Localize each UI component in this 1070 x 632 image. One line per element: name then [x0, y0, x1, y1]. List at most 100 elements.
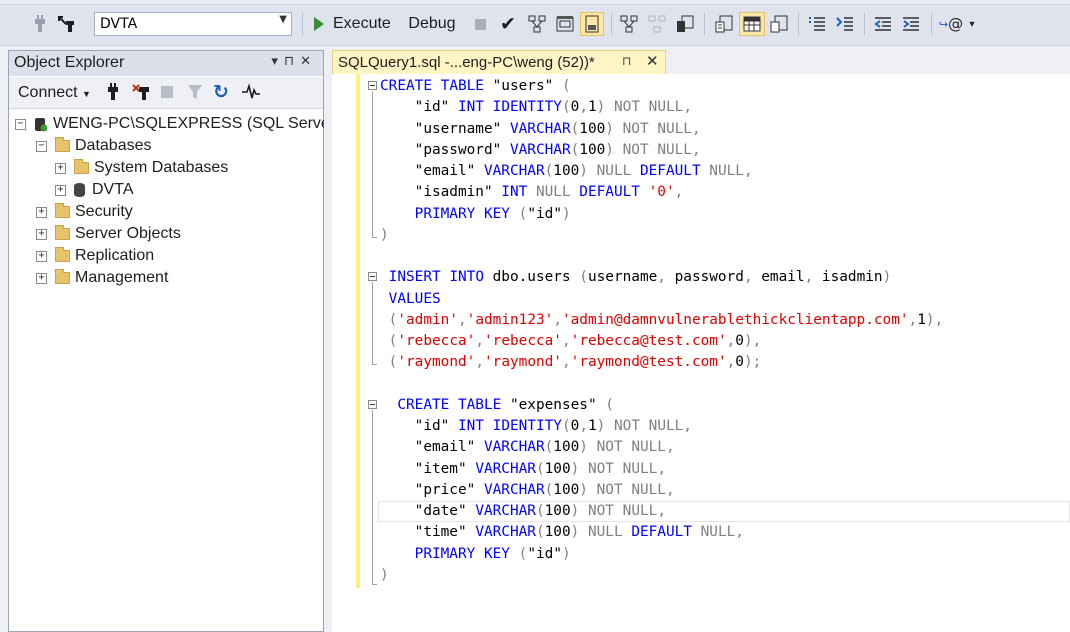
code-line: "isadmin" INT NULL DEFAULT '0', — [380, 184, 684, 201]
debug-button[interactable]: Debug — [405, 12, 459, 36]
disconnect-icon[interactable] — [131, 83, 151, 105]
editor-tab-bar: SQLQuery1.sql -...eng-PC\weng (52))* ⊓ ✕ — [332, 46, 1070, 74]
query-editor[interactable]: CREATE TABLE "users" ( "id" INT IDENTITY… — [332, 74, 1070, 632]
expand-icon[interactable]: + — [36, 272, 47, 284]
expand-icon[interactable]: + — [36, 250, 47, 262]
connect-button[interactable]: Connect ▼ — [18, 84, 91, 102]
code-line: "date" VARCHAR(100) NOT NULL, — [380, 503, 666, 519]
results-to-text-icon[interactable] — [713, 12, 735, 36]
pin-icon[interactable]: ⊓ — [284, 54, 300, 69]
folder-icon — [55, 203, 70, 218]
tree-node-system-databases[interactable]: + System Databases — [55, 157, 228, 179]
tree-node-label: Management — [75, 269, 169, 286]
connect-label: Connect — [18, 84, 78, 101]
tree-node-management[interactable]: + Management — [36, 267, 168, 289]
estimated-plan-icon[interactable] — [526, 12, 548, 36]
comment-lines-icon[interactable] — [806, 12, 828, 36]
results-grid-icon[interactable] — [739, 12, 765, 36]
fold-collapse-icon[interactable] — [368, 400, 377, 409]
change-connection-icon[interactable] — [55, 12, 79, 36]
folder-icon — [55, 269, 70, 284]
fold-line — [372, 410, 373, 584]
tree-node-label: Server Objects — [75, 225, 181, 242]
query-options-icon[interactable] — [554, 12, 576, 36]
specify-template-values-icon[interactable]: ↪ @ — [938, 12, 964, 36]
tree-node-label: DVTA — [92, 181, 134, 198]
code-line: "id" INT IDENTITY(0,1) NOT NULL, — [380, 418, 692, 434]
code-line: VALUES — [388, 290, 441, 307]
decrease-indent-icon[interactable] — [872, 12, 894, 36]
chevron-down-icon: ▼ — [82, 89, 91, 99]
tree-node-label: Security — [75, 203, 133, 220]
code-line: "item" VARCHAR(100) NOT NULL, — [380, 460, 666, 477]
expand-icon[interactable]: + — [55, 162, 66, 174]
chevron-down-icon: ▼ — [279, 14, 287, 25]
server-icon — [34, 117, 48, 132]
code-line: ) — [380, 226, 389, 243]
tree-node-label: Databases — [75, 137, 152, 154]
collapse-icon[interactable]: − — [15, 118, 26, 130]
expand-icon[interactable]: + — [55, 184, 66, 196]
include-actual-plan-icon[interactable] — [618, 12, 640, 36]
code-line: CREATE TABLE "users" ( — [380, 78, 571, 94]
fold-collapse-icon[interactable] — [368, 272, 377, 281]
toolbar-separator — [704, 13, 705, 35]
pin-icon[interactable]: ⊓ — [622, 54, 631, 68]
code-line: "time" VARCHAR(100) NULL DEFAULT NULL, — [380, 524, 744, 541]
filter-icon[interactable] — [187, 83, 203, 105]
tab-sqlquery1[interactable]: SQLQuery1.sql -...eng-PC\weng (52))* ⊓ ✕ — [332, 50, 666, 74]
connect-plug-icon[interactable] — [104, 83, 122, 105]
toolbar-separator — [798, 13, 799, 35]
pane-menu-icon[interactable]: ▾ — [271, 54, 284, 69]
refresh-icon[interactable]: ↻ — [213, 81, 229, 103]
code-line: PRIMARY KEY ("id") — [414, 205, 571, 222]
code-line: "price" VARCHAR(100) NOT NULL, — [380, 481, 675, 498]
fold-line — [372, 282, 373, 364]
uncomment-lines-icon[interactable] — [834, 12, 856, 36]
increase-indent-icon[interactable] — [900, 12, 922, 36]
database-select[interactable]: DVTA ▼ — [94, 12, 292, 36]
parse-checkmark-icon[interactable]: ✔ — [497, 12, 519, 36]
execute-button[interactable]: Execute — [312, 12, 398, 36]
code-line: ) — [380, 566, 389, 583]
collapse-icon[interactable]: − — [36, 140, 47, 152]
pane-splitter[interactable] — [324, 46, 332, 632]
tree-node-security[interactable]: + Security — [36, 201, 133, 223]
disconnect-icon[interactable] — [30, 12, 50, 36]
toolbar-overflow-icon[interactable]: ▾ — [966, 12, 978, 36]
toolbar-separator — [302, 13, 303, 35]
stop-icon[interactable] — [471, 12, 489, 36]
play-icon — [314, 17, 324, 31]
debug-label: Debug — [408, 15, 456, 32]
toolbar: DVTA ▼ Execute Debug ✔ ↪ @ ▾ — [0, 0, 1070, 46]
activity-monitor-icon[interactable] — [241, 83, 261, 105]
expand-icon[interactable]: + — [36, 206, 47, 218]
tree-node-server-objects[interactable]: + Server Objects — [36, 223, 181, 245]
close-icon[interactable]: ✕ — [646, 52, 659, 70]
fold-end — [372, 364, 377, 365]
results-to-grid-icon[interactable] — [580, 12, 604, 36]
expand-icon[interactable]: + — [36, 228, 47, 240]
code-line: "username" VARCHAR(100) NOT NULL, — [380, 120, 701, 137]
code-line: "id" INT IDENTITY(0,1) NOT NULL, — [380, 99, 692, 116]
live-query-stats-icon[interactable] — [646, 12, 668, 36]
fold-end — [372, 584, 377, 585]
close-icon[interactable]: ✕ — [300, 54, 317, 69]
tree-node-databases[interactable]: − Databases — [36, 135, 152, 157]
client-statistics-icon[interactable] — [674, 12, 696, 36]
code-line: "password" VARCHAR(100) NOT NULL, — [380, 141, 701, 158]
fold-collapse-icon[interactable] — [368, 81, 377, 90]
folder-icon — [74, 159, 89, 174]
database-icon — [74, 183, 85, 197]
tree-node-replication[interactable]: + Replication — [36, 245, 154, 267]
code-line: CREATE TABLE "expenses" ( — [397, 396, 614, 413]
object-explorer-pane: Object Explorer ▾⊓✕ Connect ▼ ↻ − WENG-P… — [8, 50, 348, 632]
results-to-file-icon[interactable] — [768, 12, 790, 36]
toolbar-separator — [931, 13, 932, 35]
tree-node-dvta[interactable]: + DVTA — [55, 179, 133, 201]
folder-icon — [55, 225, 70, 240]
stop-icon[interactable] — [161, 86, 173, 98]
tree-node-server[interactable]: − WENG-PC\SQLEXPRESS (SQL Server 1 — [15, 113, 348, 135]
code-line: PRIMARY KEY ("id") — [414, 545, 571, 562]
